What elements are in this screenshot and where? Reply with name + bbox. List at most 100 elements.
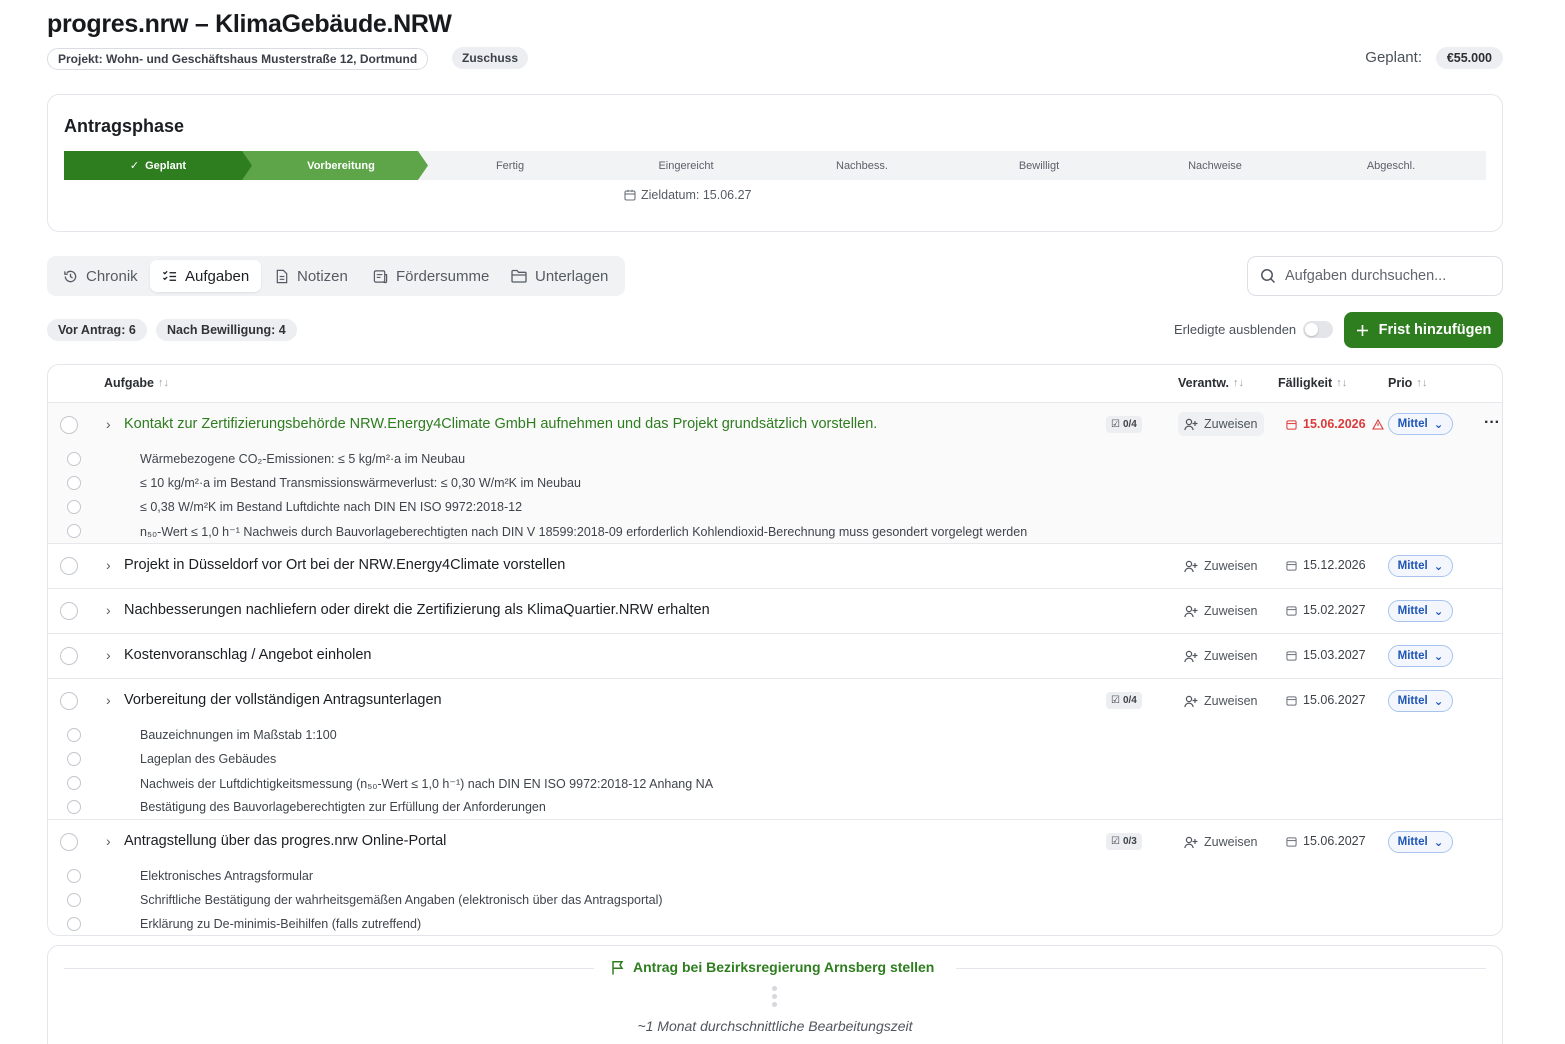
- subtask-title[interactable]: Bauzeichnungen im Maßstab 1:100: [140, 728, 337, 742]
- phase-step-vorbereitung[interactable]: Vorbereitung: [240, 151, 428, 180]
- task-checkbox[interactable]: [60, 692, 78, 710]
- task-title[interactable]: Vorbereitung der vollständigen Antragsun…: [124, 692, 442, 708]
- column-header-owner[interactable]: Verantw. ↑↓: [1178, 376, 1244, 390]
- subtask-checkbox[interactable]: [67, 752, 81, 766]
- phase-step-geplant[interactable]: ✓ Geplant: [64, 151, 252, 180]
- assign-button[interactable]: Zuweisen: [1178, 599, 1264, 623]
- priority-dropdown[interactable]: Mittel ⌄: [1388, 413, 1453, 435]
- assign-button[interactable]: Zuweisen: [1178, 830, 1264, 854]
- subtask-title[interactable]: Nachweis der Luftdichtigkeitsmessung (n₅…: [140, 776, 713, 791]
- user-plus-icon: [1184, 836, 1198, 848]
- task-title[interactable]: Kontakt zur Zertifizierungsbehörde NRW.E…: [124, 416, 877, 432]
- subtask-count-badge: ☑ 0/4: [1106, 416, 1142, 433]
- tab-chronik[interactable]: Chronik: [51, 260, 150, 292]
- priority-dropdown[interactable]: Mittel ⌄: [1388, 690, 1453, 712]
- table-row[interactable]: › Kostenvoranschlag / Angebot einholen Z…: [48, 634, 1502, 679]
- phase-step-bewilligt[interactable]: Bewilligt: [951, 151, 1127, 180]
- table-header: Aufgabe ↑↓ Verantw. ↑↓ Fälligkeit ↑↓ Prio ↑↓: [48, 365, 1502, 403]
- subtask-title[interactable]: Bestätigung des Bauvorlageberechtigten z…: [140, 800, 546, 814]
- column-header-task[interactable]: Aufgabe ↑↓: [104, 376, 169, 390]
- subtask-checkbox[interactable]: [67, 893, 81, 907]
- chevron-right-icon[interactable]: ›: [106, 647, 111, 663]
- filter-after-approval[interactable]: Nach Bewilligung: 4: [156, 319, 297, 341]
- assign-button[interactable]: Zuweisen: [1178, 689, 1264, 713]
- priority-dropdown[interactable]: Mittel ⌄: [1388, 645, 1453, 667]
- phase-step-eingereicht[interactable]: Eingereicht: [598, 151, 774, 180]
- priority-dropdown[interactable]: Mittel ⌄: [1388, 831, 1453, 853]
- subtask-checkbox[interactable]: [67, 800, 81, 814]
- subtask-checkbox[interactable]: [67, 500, 81, 514]
- subtask-checkbox[interactable]: [67, 452, 81, 466]
- task-checkbox[interactable]: [60, 416, 78, 434]
- chevron-right-icon[interactable]: ›: [106, 557, 111, 573]
- tab-unterlagen[interactable]: Unterlagen: [499, 260, 620, 292]
- tab-foerdersumme[interactable]: Fördersumme: [361, 260, 501, 292]
- task-checkbox[interactable]: [60, 647, 78, 665]
- subtask-title[interactable]: n₅₀-Wert ≤ 1,0 h⁻¹ Nachweis durch Bauvor…: [140, 524, 1027, 539]
- subtask-checkbox[interactable]: [67, 524, 81, 538]
- due-date[interactable]: 15.06.2026: [1286, 417, 1384, 431]
- task-checkbox[interactable]: [60, 833, 78, 851]
- phase-step-abgeschl[interactable]: Abgeschl.: [1303, 151, 1479, 180]
- priority-dropdown[interactable]: Mittel ⌄: [1388, 555, 1453, 577]
- subtask-title[interactable]: Wärmebezogene CO₂-Emissionen: ≤ 5 kg/m²·…: [140, 452, 465, 466]
- due-date[interactable]: 15.02.2027: [1286, 603, 1366, 617]
- due-date[interactable]: 15.03.2027: [1286, 648, 1366, 662]
- column-label: Fälligkeit: [1278, 376, 1333, 390]
- task-title[interactable]: Nachbesserungen nachliefern oder direkt …: [124, 602, 710, 618]
- due-date[interactable]: 15.06.2027: [1286, 693, 1366, 707]
- column-header-due[interactable]: Fälligkeit ↑↓: [1278, 376, 1347, 390]
- assign-button[interactable]: Zuweisen: [1178, 644, 1264, 668]
- chevron-right-icon[interactable]: ›: [106, 833, 111, 849]
- phase-step-nachweise[interactable]: Nachweise: [1127, 151, 1303, 180]
- subtask-title[interactable]: Schriftliche Bestätigung der wahrheitsge…: [140, 893, 663, 907]
- tab-aufgaben[interactable]: Aufgaben: [150, 260, 262, 292]
- subtask-title[interactable]: Lageplan des Gebäudes: [140, 752, 276, 766]
- column-label: Prio: [1388, 376, 1413, 390]
- planned-label: Geplant:: [1365, 49, 1422, 66]
- chevron-right-icon[interactable]: ›: [106, 416, 111, 432]
- phase-step-nachbess[interactable]: Nachbess.: [774, 151, 950, 180]
- table-row[interactable]: › Antragstellung über das progres.nrw On…: [48, 820, 1502, 935]
- subtask-title[interactable]: ≤ 0,38 W/m²K im Bestand Luftdichte nach …: [140, 500, 522, 514]
- subtask-checkbox[interactable]: [67, 917, 81, 931]
- column-header-prio[interactable]: Prio ↑↓: [1388, 376, 1427, 390]
- subtask-title[interactable]: ≤ 10 kg/m²·a im Bestand Transmissionswär…: [140, 476, 581, 490]
- due-date[interactable]: 15.12.2026: [1286, 558, 1366, 572]
- check-icon: ✓: [129, 160, 140, 172]
- subtask-checkbox[interactable]: [67, 728, 81, 742]
- assign-button[interactable]: Zuweisen: [1178, 412, 1264, 436]
- due-date-text: 15.03.2027: [1303, 648, 1366, 662]
- phase-step-fertig[interactable]: Fertig: [422, 151, 598, 180]
- priority-dropdown[interactable]: Mittel ⌄: [1388, 600, 1453, 622]
- task-search[interactable]: [1247, 256, 1503, 296]
- subtask-title[interactable]: Erklärung zu De-minimis-Beihilfen (falls…: [140, 917, 421, 931]
- table-row[interactable]: › Vorbereitung der vollständigen Antrags…: [48, 679, 1502, 820]
- subtask-title[interactable]: Elektronisches Antragsformular: [140, 869, 313, 883]
- table-row[interactable]: › Projekt in Düsseldorf vor Ort bei der …: [48, 544, 1502, 589]
- chevron-right-icon[interactable]: ›: [106, 602, 111, 618]
- add-deadline-button[interactable]: Frist hinzufügen: [1344, 312, 1503, 348]
- hide-done-toggle[interactable]: [1303, 321, 1333, 338]
- subtask-checkbox[interactable]: [67, 476, 81, 490]
- task-checkbox[interactable]: [60, 602, 78, 620]
- filter-before-application[interactable]: Vor Antrag: 6: [47, 319, 147, 341]
- milestone-title: Antrag bei Bezirksregierung Arnsberg ste…: [611, 959, 934, 975]
- subtask-checkbox[interactable]: [67, 776, 81, 790]
- task-title[interactable]: Kostenvoranschlag / Angebot einholen: [124, 647, 372, 663]
- table-row[interactable]: › Nachbesserungen nachliefern oder direk…: [48, 589, 1502, 634]
- task-title[interactable]: Projekt in Düsseldorf vor Ort bei der NR…: [124, 557, 565, 573]
- subtask-checkbox[interactable]: [67, 869, 81, 883]
- assign-button[interactable]: Zuweisen: [1178, 554, 1264, 578]
- tab-notizen[interactable]: Notizen: [263, 260, 360, 292]
- milestone-card: Antrag bei Bezirksregierung Arnsberg ste…: [47, 945, 1503, 1044]
- more-options-icon[interactable]: ···: [1484, 414, 1500, 432]
- search-input[interactable]: [1285, 268, 1485, 284]
- task-checkbox[interactable]: [60, 557, 78, 575]
- chevron-right-icon[interactable]: ›: [106, 692, 111, 708]
- user-plus-icon: [1184, 560, 1198, 572]
- task-title[interactable]: Antragstellung über das progres.nrw Onli…: [124, 833, 446, 849]
- due-date[interactable]: 15.06.2027: [1286, 834, 1366, 848]
- calendar-icon: [1286, 560, 1297, 571]
- table-row[interactable]: › Kontakt zur Zertifizierungsbehörde NRW…: [48, 403, 1502, 544]
